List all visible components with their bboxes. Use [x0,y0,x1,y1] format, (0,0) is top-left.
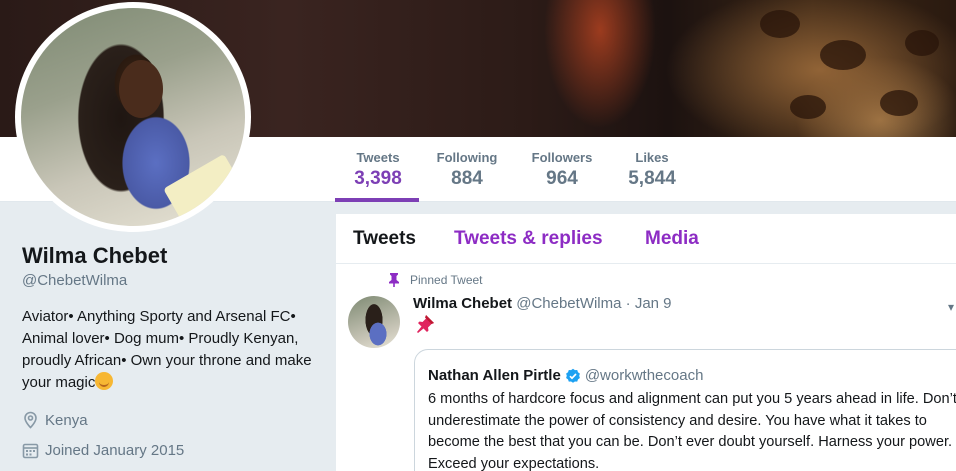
tab-tweets-replies[interactable]: Tweets & replies [454,228,603,250]
avatar-face [119,60,163,118]
pin-icon [389,273,399,287]
joined-text: Joined January 2015 [45,442,185,459]
stat-tweets[interactable]: Tweets 3,398 [351,150,405,191]
stat-label: Tweets [356,150,400,165]
quoted-tweet[interactable]: Nathan Allen Pirtle @workwthecoach 6 mon… [414,349,956,471]
tweet-author-avatar[interactable] [348,296,400,348]
stat-likes[interactable]: Likes 5,844 [624,150,680,191]
profile-name[interactable]: Wilma Chebet [22,243,167,269]
quoted-author-name: Nathan Allen Pirtle [428,367,561,384]
timeline: Tweets Tweets & replies Media Pinned Twe… [336,214,956,471]
location-text: Kenya [45,411,88,429]
tab-tweets[interactable]: Tweets [353,228,416,250]
profile-avatar[interactable] [21,8,245,226]
tab-media[interactable]: Media [645,228,699,250]
tweet-author-name[interactable]: Wilma Chebet [413,295,512,312]
quoted-tweet-text: 6 months of hardcore focus and alignment… [428,391,956,471]
stat-value: 3,398 [354,168,402,189]
tweet-date[interactable]: Jan 9 [635,295,672,312]
stat-label: Followers [531,150,593,165]
location-pin-icon [24,411,37,429]
chevron-down-icon[interactable]: ▾ [948,300,954,314]
stat-value: 5,844 [628,168,676,189]
profile-bio: Aviator• Anything Sporty and Arsenal FC•… [22,306,322,394]
profile-location: Kenya [22,411,88,429]
tweet-author-handle[interactable]: @ChebetWilma [516,295,621,312]
profile-page: Tweets 3,398 Following 884 Followers 964… [0,0,956,471]
stat-following[interactable]: Following 884 [432,150,502,191]
banner-pattern-spot [760,10,800,38]
stat-value: 884 [451,168,483,189]
calendar-icon [22,443,39,459]
stat-label: Following [436,150,498,165]
profile-handle[interactable]: @ChebetWilma [22,272,127,289]
bio-text: Aviator• Anything Sporty and Arsenal FC•… [22,308,312,391]
active-stat-indicator [335,198,419,202]
pinned-text: Pinned Tweet [410,273,483,287]
pushpin-emoji-icon [417,315,434,333]
pinned-tweet-label: Pinned Tweet [388,273,483,287]
banner-pattern-spot [790,95,826,119]
verified-badge-icon [565,368,580,383]
avatar-paper [163,153,245,226]
banner-pattern-spot [905,30,939,56]
smile-emoji-icon [95,372,114,390]
stat-label: Likes [635,150,669,165]
stat-followers[interactable]: Followers 964 [529,150,595,191]
stat-value: 964 [546,168,578,189]
tweet-header: Wilma Chebet @ChebetWilma · Jan 9 [413,295,672,312]
banner-pattern-spot [880,90,918,116]
banner-pattern-spot [820,40,866,70]
profile-joined: Joined January 2015 [22,442,184,459]
tweet-separator: · [625,295,631,312]
timeline-tabs: Tweets Tweets & replies Media [336,214,956,264]
quoted-tweet-header: Nathan Allen Pirtle @workwthecoach [428,367,703,384]
quoted-author-handle: @workwthecoach [584,367,704,384]
